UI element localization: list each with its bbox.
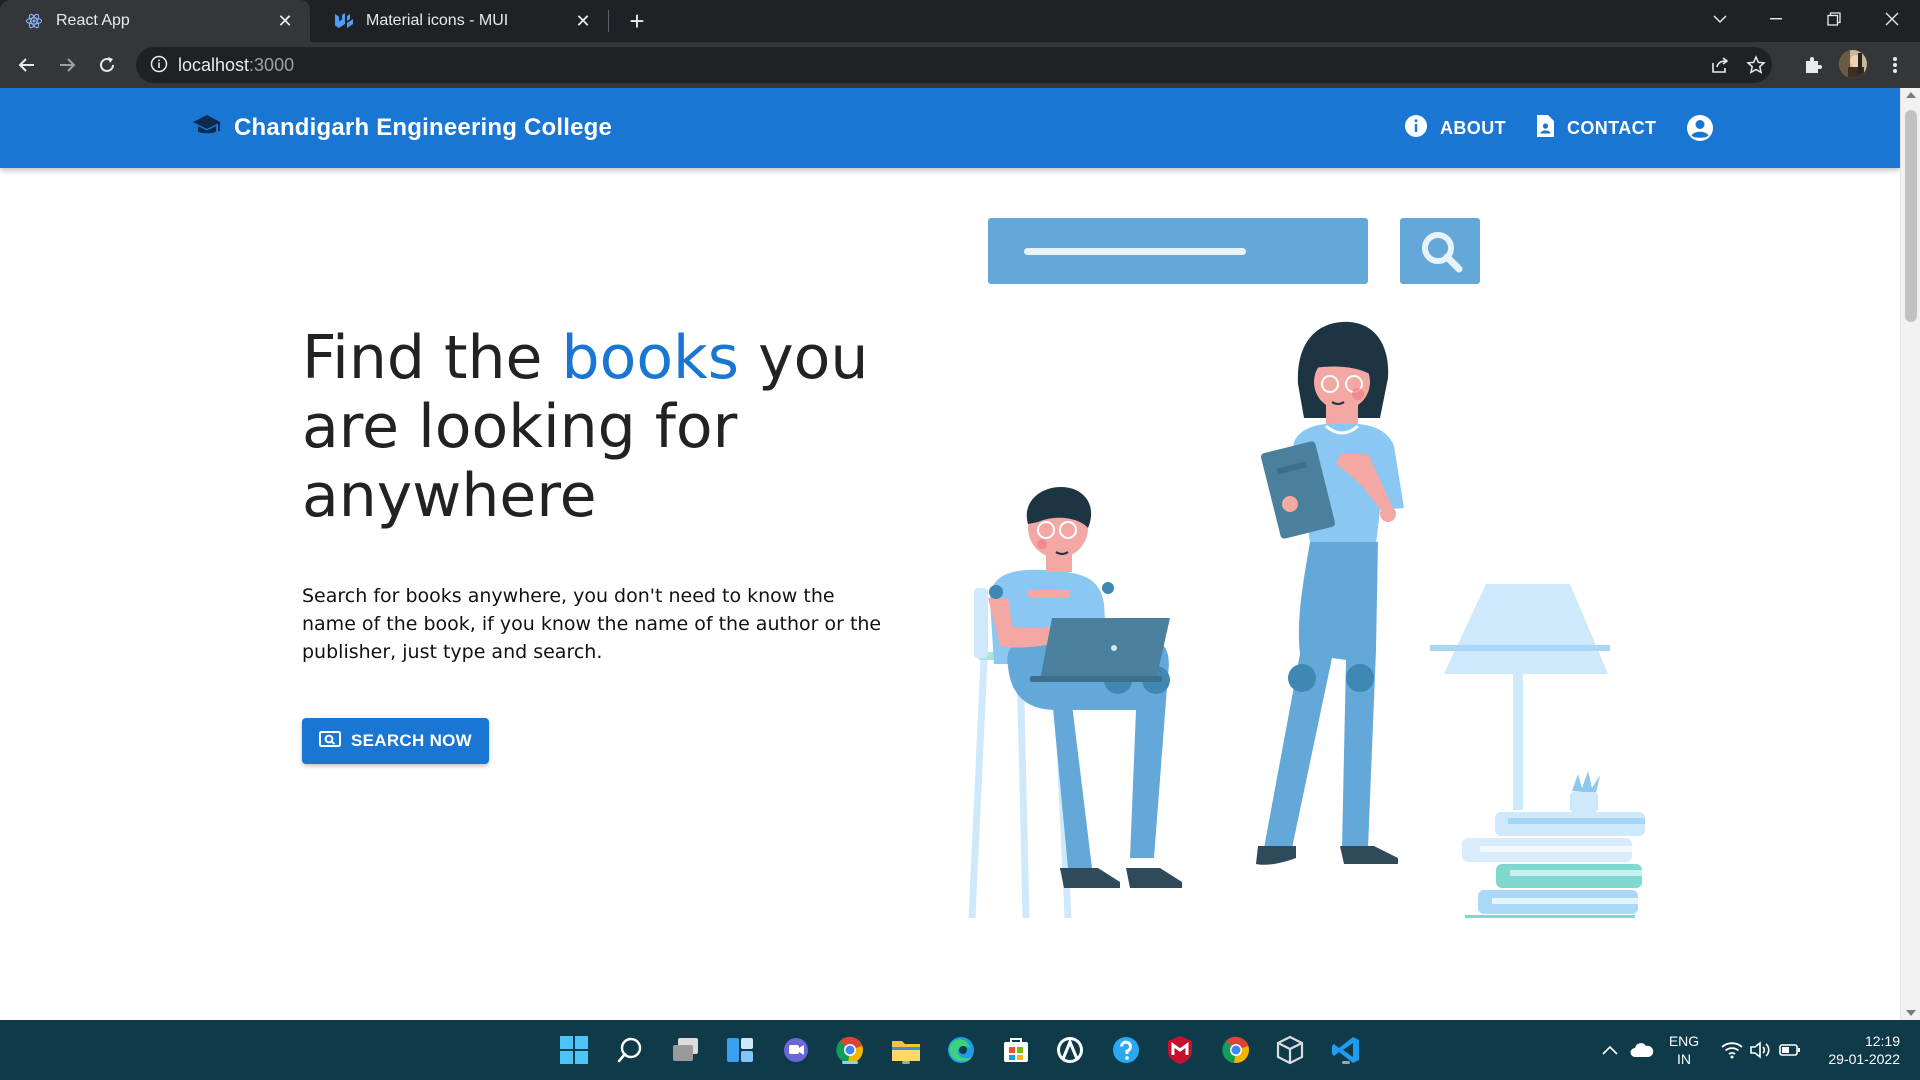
page-viewport: Chandigarh Engineering College ABOUT CON… [0,88,1920,1020]
onedrive-icon[interactable] [1624,1032,1660,1068]
forward-button[interactable] [52,50,82,80]
chrome-canary-icon[interactable] [832,1032,868,1068]
close-window-button[interactable] [1864,0,1920,38]
clock[interactable]: 12:19 29-01-2022 [1812,1032,1900,1068]
mcafee-icon[interactable] [1162,1032,1198,1068]
image-search-icon [318,730,351,753]
tab-title: Material icons - MUI [366,12,509,29]
file-explorer-icon[interactable] [888,1032,924,1068]
hero-title-highlight: books [561,323,740,393]
site-info-icon[interactable] [150,55,170,75]
time-label: 12:19 [1864,1033,1900,1049]
app-icon[interactable] [1052,1032,1088,1068]
contact-page-icon [1535,114,1567,143]
region-label: IN [1677,1051,1691,1067]
seated-man-graphic [988,487,1182,888]
hero-title: Find the books you are looking for anywh… [302,324,922,531]
share-icon[interactable] [1710,55,1730,80]
open-indicator [902,1061,910,1064]
react-icon [24,11,44,31]
hero-illustration [968,218,1645,918]
brand[interactable]: Chandigarh Engineering College [192,88,612,168]
language-indicator[interactable]: ENG IN [1666,1032,1702,1068]
chat-icon[interactable] [778,1032,814,1068]
url-port: :3000 [249,55,295,75]
app-bar: Chandigarh Engineering College ABOUT CON… [0,88,1900,168]
date-label: 29-01-2022 [1828,1051,1900,1067]
hero-title-before: Find the [302,323,562,393]
page-scrollbar[interactable] [1900,88,1920,1020]
active-indicator [842,1061,858,1064]
edge-icon[interactable] [943,1032,979,1068]
reload-button[interactable] [92,50,122,80]
windows-taskbar: ENG IN 12:19 29-01-2022 [0,1020,1920,1080]
info-icon [1404,114,1440,143]
brand-name: Chandigarh Engineering College [234,114,613,141]
bookmark-star-icon[interactable] [1746,55,1766,80]
restore-button[interactable] [1806,0,1862,38]
lamp-graphic [1430,584,1610,810]
plant-graphic [1570,771,1600,812]
search-bar-graphic [988,218,1480,284]
browser-tab-strip: React App ✕ Material icons - MUI ✕ + [0,0,1920,42]
tab-search-icon[interactable] [1692,0,1748,38]
search-now-button[interactable]: SEARCH NOW [302,718,489,764]
widgets-icon[interactable] [722,1032,758,1068]
nav-contact-label: CONTACT [1567,117,1657,138]
chrome-icon[interactable] [1218,1032,1254,1068]
tab-material-icons[interactable]: Material icons - MUI ✕ [310,0,608,42]
tab-react-app[interactable]: React App ✕ [0,0,310,42]
standing-woman-graphic [1256,321,1404,865]
back-button[interactable] [12,50,42,80]
graduation-cap-icon [192,114,222,143]
nav-about-button[interactable]: ABOUT [1404,88,1506,168]
language-label: ENG [1668,1033,1700,1049]
close-tab-icon[interactable]: ✕ [572,10,594,32]
close-tab-icon[interactable]: ✕ [274,10,296,32]
minimize-button[interactable] [1748,0,1804,38]
browser-toolbar: localhost:3000 [0,42,1920,88]
extensions-icon[interactable] [1798,50,1828,80]
url-text: localhost:3000 [178,55,294,76]
scroll-thumb[interactable] [1905,110,1917,322]
new-tab-button[interactable]: + [622,6,652,36]
task-view-icon[interactable] [668,1032,704,1068]
scroll-up-icon[interactable] [1906,92,1916,98]
address-bar[interactable]: localhost:3000 [136,47,1772,83]
url-host: localhost [178,55,250,75]
profile-avatar[interactable] [1838,49,1868,79]
scroll-down-icon[interactable] [1906,1010,1916,1016]
help-icon[interactable] [1108,1032,1144,1068]
tab-title: React App [56,12,130,29]
books-stack-graphic [1462,812,1645,918]
tab-separator [608,10,609,32]
battery-icon[interactable] [1772,1032,1808,1068]
mui-icon [334,11,354,31]
search-icon[interactable] [612,1032,648,1068]
chevron-up-icon[interactable] [1592,1032,1628,1068]
vscode-icon[interactable] [1328,1032,1364,1068]
nav-about-label: ABOUT [1440,117,1506,138]
hero-description: Search for books anywhere, you don't nee… [302,585,882,663]
chrome-menu-icon[interactable] [1880,50,1910,80]
search-now-label: SEARCH NOW [350,731,473,750]
start-icon[interactable] [556,1032,592,1068]
store-icon[interactable] [998,1032,1034,1068]
account-circle-icon[interactable] [1686,114,1714,142]
open-indicator [1342,1061,1350,1064]
nav-contact-button[interactable]: CONTACT [1535,88,1656,168]
virtualbox-icon[interactable] [1272,1032,1308,1068]
